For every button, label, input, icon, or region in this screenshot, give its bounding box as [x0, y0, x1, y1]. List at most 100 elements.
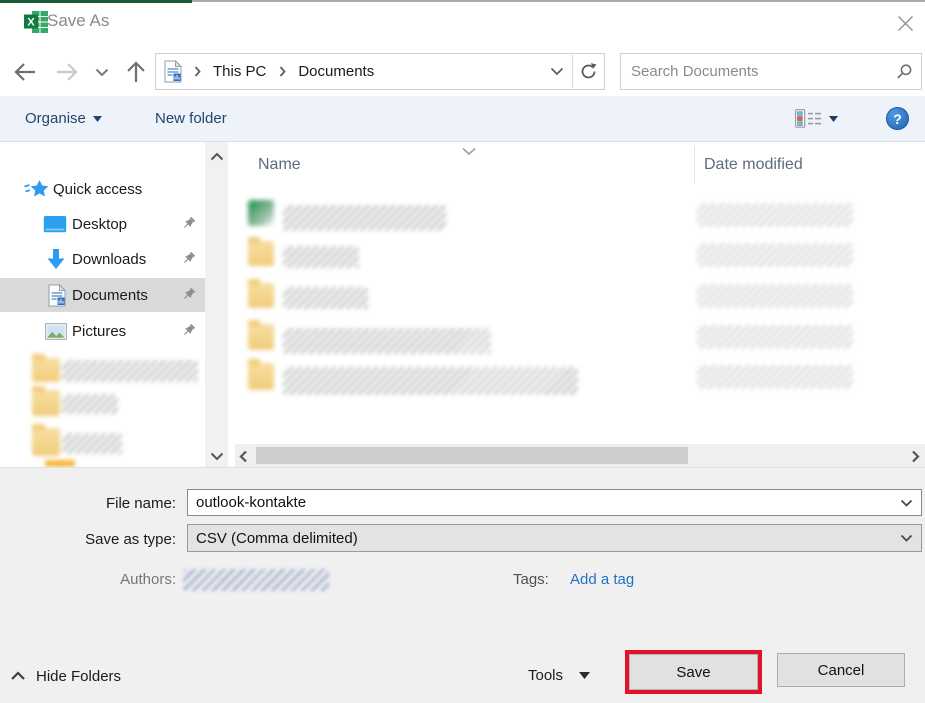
- location-file-icon: [163, 60, 183, 84]
- scroll-left-icon[interactable]: [239, 450, 248, 467]
- close-icon[interactable]: [894, 12, 916, 34]
- column-divider[interactable]: [694, 146, 695, 184]
- organise-button[interactable]: Organise: [25, 96, 102, 141]
- address-dropdown-chevron-icon[interactable]: [542, 66, 572, 78]
- cancel-label: Cancel: [818, 662, 865, 679]
- up-arrow-icon[interactable]: [122, 58, 149, 85]
- folder-icon: [248, 324, 274, 350]
- cancel-button[interactable]: Cancel: [777, 653, 905, 687]
- chevron-up-icon: [10, 671, 26, 681]
- redacted-date-modified: [697, 284, 853, 308]
- authors-label: Authors:: [0, 571, 176, 588]
- new-folder-label: New folder: [155, 110, 227, 127]
- redacted-folder-name: [62, 360, 198, 382]
- save-as-type-label: Save as type:: [0, 531, 176, 548]
- sidebar-item-quick-access[interactable]: Quick access: [0, 172, 205, 206]
- folder-icon: [32, 358, 60, 382]
- refresh-icon[interactable]: [573, 61, 604, 83]
- sidebar-item-label: Desktop: [72, 216, 127, 233]
- hide-folders-button[interactable]: Hide Folders: [10, 663, 121, 689]
- save-label: Save: [676, 664, 710, 681]
- save-as-dialog: X Save As: [0, 0, 925, 703]
- chevron-down-icon: [829, 116, 838, 122]
- downloads-icon: [45, 247, 66, 270]
- svg-text:X: X: [27, 17, 35, 29]
- chevron-down-icon: [579, 672, 590, 679]
- file-name-input[interactable]: [188, 494, 891, 511]
- folder-icon: [248, 283, 274, 308]
- redacted-file-name: [283, 246, 359, 268]
- scroll-right-icon[interactable]: [911, 450, 920, 467]
- sidebar-item-downloads[interactable]: Downloads: [0, 242, 205, 276]
- sort-chevron-icon: [461, 143, 477, 160]
- redacted-file-name: [283, 205, 446, 231]
- view-options-button[interactable]: [795, 96, 838, 141]
- column-header-date-modified[interactable]: Date modified: [704, 156, 803, 174]
- folder-icon: [248, 363, 274, 390]
- scroll-down-icon[interactable]: [205, 445, 228, 467]
- save-as-type-select[interactable]: CSV (Comma delimited): [187, 524, 922, 552]
- excel-logo-icon: X: [24, 11, 48, 33]
- forward-arrow-icon: [53, 58, 80, 85]
- help-button[interactable]: ?: [886, 107, 909, 130]
- save-button[interactable]: Save: [629, 654, 758, 690]
- new-folder-button[interactable]: New folder: [155, 96, 227, 141]
- sidebar-item-label: Quick access: [53, 181, 142, 198]
- redacted-date-modified: [697, 243, 853, 267]
- sidebar-item-desktop[interactable]: Desktop: [0, 207, 205, 241]
- save-as-type-value: CSV (Comma delimited): [188, 530, 891, 547]
- quick-access-star-icon: [24, 178, 50, 200]
- pin-icon: [181, 287, 196, 302]
- window-top-border: [192, 0, 925, 2]
- desktop-icon: [42, 214, 67, 234]
- scroll-up-icon[interactable]: [205, 145, 228, 167]
- excel-file-icon: [248, 200, 274, 226]
- chevron-down-icon: [93, 116, 102, 122]
- search-box: [620, 53, 922, 90]
- breadcrumb-this-pc[interactable]: This PC: [213, 63, 266, 80]
- pin-icon: [181, 323, 196, 338]
- back-arrow-icon[interactable]: [11, 58, 38, 85]
- breadcrumb-chevron-icon: [278, 66, 286, 77]
- redacted-folder-name: [62, 394, 118, 414]
- hide-folders-label: Hide Folders: [36, 668, 121, 685]
- save-as-type-chevron-icon: [891, 534, 921, 542]
- recent-locations-chevron-icon[interactable]: [94, 66, 110, 78]
- address-bar[interactable]: This PC Documents: [155, 53, 605, 90]
- horizontal-scrollbar-thumb[interactable]: [256, 447, 688, 464]
- file-name-dropdown-chevron-icon[interactable]: [891, 499, 921, 507]
- folder-icon: [248, 241, 274, 266]
- column-header-name[interactable]: Name: [258, 156, 301, 174]
- redacted-date-modified: [697, 203, 853, 227]
- save-button-highlight: Save: [625, 650, 762, 694]
- sidebar-scrollbar[interactable]: [205, 142, 228, 467]
- breadcrumb-chevron-icon: [193, 66, 201, 77]
- sidebar-item-label: Downloads: [72, 251, 146, 268]
- command-toolbar: Organise New folder: [0, 96, 925, 142]
- sidebar-item-label: Documents: [72, 287, 148, 304]
- documents-icon: [47, 283, 66, 307]
- sidebar-item-label: Pictures: [72, 323, 126, 340]
- search-input[interactable]: [621, 63, 887, 80]
- sidebar-item-pictures[interactable]: Pictures: [0, 314, 205, 348]
- redacted-file-name: [283, 287, 368, 309]
- view-options-icon: [795, 109, 822, 128]
- folder-icon: [45, 460, 75, 467]
- pin-icon: [181, 251, 196, 266]
- search-icon[interactable]: [887, 62, 921, 82]
- add-a-tag-link[interactable]: Add a tag: [570, 571, 634, 588]
- redacted-authors-value: [183, 569, 329, 591]
- organise-label: Organise: [25, 110, 86, 127]
- file-name-label: File name:: [0, 495, 176, 512]
- tools-button[interactable]: Tools: [528, 662, 590, 688]
- redacted-file-name: [283, 367, 578, 395]
- redacted-date-modified: [697, 365, 853, 389]
- pin-icon: [181, 216, 196, 231]
- redacted-file-name: [283, 328, 491, 354]
- sidebar-item-documents[interactable]: Documents: [0, 278, 205, 312]
- breadcrumb-documents[interactable]: Documents: [298, 63, 374, 80]
- dialog-title: Save As: [47, 11, 109, 31]
- folder-icon: [32, 390, 60, 416]
- redacted-date-modified: [697, 325, 853, 349]
- pictures-icon: [44, 322, 67, 340]
